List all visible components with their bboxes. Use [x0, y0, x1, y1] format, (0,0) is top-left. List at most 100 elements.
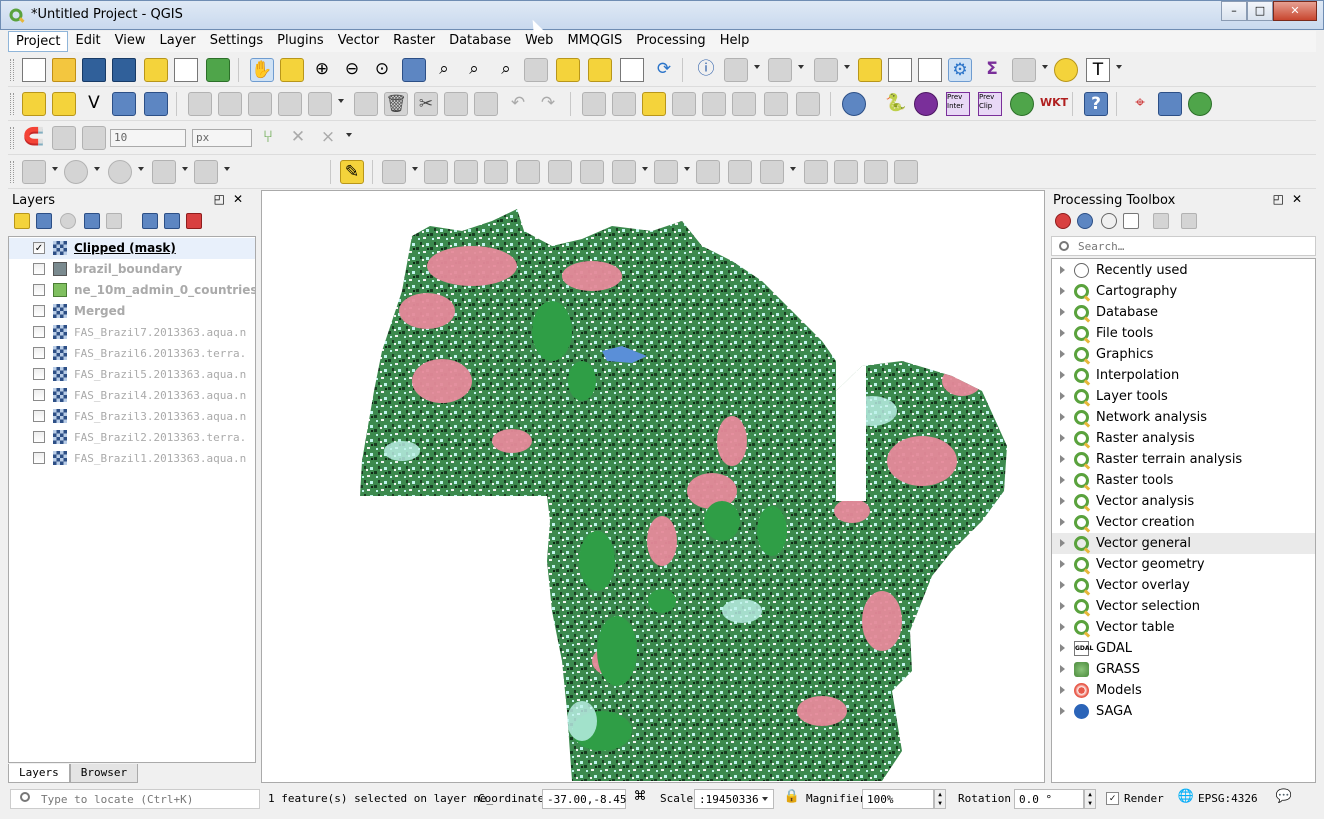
layout-manager-icon[interactable] — [174, 58, 198, 82]
snapping-unit-select[interactable]: px — [192, 129, 252, 147]
save-project-icon[interactable] — [82, 58, 106, 82]
expand-arrow-icon[interactable] — [1060, 266, 1065, 274]
messages-icon[interactable]: 💬 — [1274, 787, 1294, 807]
snap-vertex-icon[interactable] — [52, 126, 76, 150]
tree-group-database[interactable]: Database — [1052, 302, 1315, 323]
tab-browser[interactable]: Browser — [69, 764, 139, 783]
layer-visibility-checkbox[interactable] — [33, 305, 45, 317]
tree-group-layer-tools[interactable]: Layer tools — [1052, 386, 1315, 407]
tree-group-graphics[interactable]: Graphics — [1052, 344, 1315, 365]
crosshair-icon[interactable]: ⌖ — [1128, 92, 1152, 116]
diagram-options-icon[interactable] — [612, 92, 636, 116]
layer-row[interactable]: brazil_boundary — [9, 259, 255, 280]
layer-row[interactable]: FAS_Brazil3.2013363.aqua.n — [9, 406, 255, 427]
toolbox-search-input[interactable]: Search… — [1051, 236, 1316, 256]
tab-layers[interactable]: Layers — [8, 764, 70, 783]
layer-row[interactable]: FAS_Brazil7.2013363.aqua.n — [9, 322, 255, 343]
tree-group-raster-terrain-analysis[interactable]: Raster terrain analysis — [1052, 449, 1315, 470]
float-panel-button[interactable]: ◰ — [214, 192, 233, 206]
locator-search-input[interactable]: Type to locate (Ctrl+K) — [10, 789, 260, 809]
tree-group-network-analysis[interactable]: Network analysis — [1052, 407, 1315, 428]
tree-group-gdal[interactable]: GDAL GDAL — [1052, 638, 1315, 659]
tree-group-grass[interactable]: GRASS — [1052, 659, 1315, 680]
add-group-icon[interactable] — [36, 213, 52, 229]
select-by-value-icon[interactable] — [814, 58, 838, 82]
maximize-button[interactable]: □ — [1247, 1, 1273, 21]
expand-arrow-icon[interactable] — [1060, 287, 1065, 295]
layer-visibility-checkbox[interactable] — [33, 326, 45, 338]
layer-visibility-checkbox[interactable] — [33, 284, 45, 296]
chevron-down-icon[interactable] — [338, 99, 344, 103]
tree-group-vector-table[interactable]: Vector table — [1052, 617, 1315, 638]
rotate-point-symbols-icon[interactable] — [864, 160, 888, 184]
layer-visibility-checkbox[interactable] — [33, 368, 45, 380]
layer-visibility-checkbox[interactable]: ✓ — [33, 242, 45, 254]
crs-button[interactable]: EPSG:4326 — [1198, 792, 1258, 805]
delete-part-icon[interactable] — [612, 160, 636, 184]
results-viewer-icon[interactable] — [1123, 213, 1139, 229]
filter-expression-icon[interactable] — [106, 213, 122, 229]
models-gear-icon[interactable] — [1055, 213, 1071, 229]
close-panel-button[interactable]: ✕ — [233, 192, 251, 206]
save-edits-icon[interactable] — [248, 92, 272, 116]
open-project-icon[interactable] — [52, 58, 76, 82]
merge-features-icon[interactable] — [804, 160, 828, 184]
copy-features-icon[interactable] — [444, 92, 468, 116]
geometry-checker-icon[interactable] — [1188, 92, 1212, 116]
rotate-feature-icon[interactable] — [424, 160, 448, 184]
tree-group-vector-analysis[interactable]: Vector analysis — [1052, 491, 1315, 512]
chevron-down-icon[interactable] — [762, 797, 768, 801]
vertex-tool-icon[interactable] — [308, 92, 332, 116]
zoom-layer-icon[interactable]: ⌕ — [462, 58, 486, 82]
style-manager-icon[interactable] — [206, 58, 230, 82]
avoid-overlap-icon[interactable]: ✕ — [286, 126, 310, 150]
attribute-table-icon[interactable] — [888, 58, 912, 82]
undo-icon[interactable]: ↶ — [506, 92, 530, 116]
snapping-magnet-icon[interactable]: 🧲 — [22, 126, 46, 150]
expand-arrow-icon[interactable] — [1060, 518, 1065, 526]
zoom-next-icon[interactable] — [524, 58, 548, 82]
deselect-all-icon[interactable] — [858, 58, 882, 82]
close-panel-button[interactable]: ✕ — [1292, 192, 1310, 206]
pan-hand-icon[interactable]: ✋ — [250, 58, 274, 82]
coordinate-capture-icon[interactable] — [1158, 92, 1182, 116]
layer-sync-icon[interactable] — [1010, 92, 1034, 116]
magnifier-field[interactable]: 100% — [862, 789, 934, 809]
menu-raster[interactable]: Raster — [386, 31, 442, 52]
chevron-down-icon[interactable] — [224, 167, 230, 171]
redo-icon[interactable]: ↷ — [536, 92, 560, 116]
expand-arrow-icon[interactable] — [1060, 308, 1065, 316]
add-ellipse-icon[interactable] — [108, 160, 132, 184]
new-temporary-layer-icon[interactable] — [112, 92, 136, 116]
offset-curve-icon[interactable] — [696, 160, 720, 184]
python-scripts-icon[interactable] — [1077, 213, 1093, 229]
digitizing-tools-icon[interactable]: ✎ — [340, 160, 364, 184]
chevron-down-icon[interactable] — [790, 167, 796, 171]
help-icon[interactable]: ? — [1084, 92, 1108, 116]
menu-vector[interactable]: Vector — [331, 31, 386, 52]
toolbar-grip[interactable] — [10, 127, 14, 149]
statistics-sigma-icon[interactable]: Σ — [980, 58, 1004, 82]
show-hide-labels-icon[interactable] — [702, 92, 726, 116]
expand-arrow-icon[interactable] — [1060, 350, 1065, 358]
expand-arrow-icon[interactable] — [1060, 539, 1065, 547]
current-edits-icon[interactable] — [188, 92, 212, 116]
map-canvas[interactable] — [261, 190, 1045, 783]
magnifier-spinner[interactable]: ▲ ▼ — [934, 789, 946, 809]
processing-toolbox-icon[interactable]: ⚙ — [948, 58, 972, 82]
simplify-feature-icon[interactable] — [454, 160, 478, 184]
expand-arrow-icon[interactable] — [1060, 623, 1065, 631]
layer-row[interactable]: FAS_Brazil4.2013363.aqua.n — [9, 385, 255, 406]
minimize-button[interactable]: – — [1221, 1, 1247, 21]
close-window-button[interactable]: ✕ — [1273, 1, 1317, 21]
menu-project[interactable]: Project — [8, 31, 69, 52]
chevron-down-icon[interactable] — [754, 65, 760, 69]
chevron-down-icon[interactable] — [642, 167, 648, 171]
paste-features-icon[interactable] — [474, 92, 498, 116]
layer-row[interactable]: ne_10m_admin_0_countries — [9, 280, 255, 301]
wkt-icon[interactable]: WKT — [1040, 92, 1068, 116]
chevron-down-icon[interactable] — [798, 65, 804, 69]
zoom-full-icon[interactable] — [402, 58, 426, 82]
expand-arrow-icon[interactable] — [1060, 665, 1065, 673]
text-annotation-icon[interactable]: T — [1086, 58, 1110, 82]
